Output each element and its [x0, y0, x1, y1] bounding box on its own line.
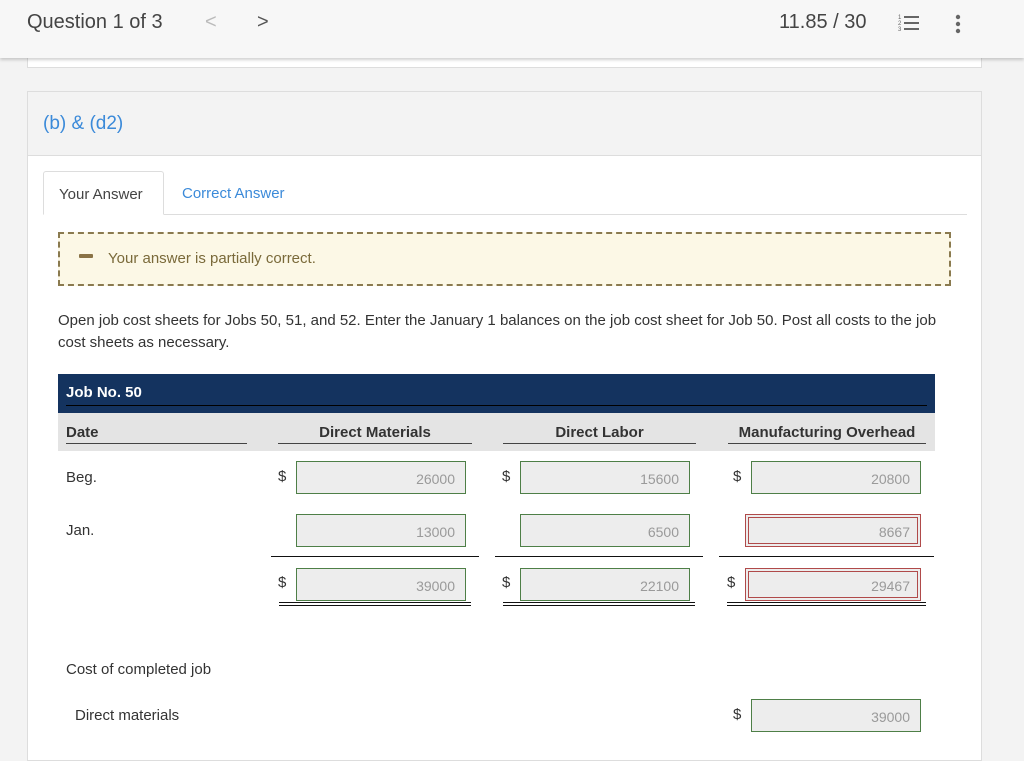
previous-question-button[interactable]: <	[205, 11, 217, 34]
col-date: Date	[66, 424, 247, 444]
currency-symbol: $	[278, 468, 287, 485]
part-header: (b) & (d2)	[28, 92, 981, 156]
numbered-list-icon[interactable]: 1 2 3	[898, 13, 922, 33]
currency-symbol: $	[502, 574, 511, 591]
tab-your-answer[interactable]: Your Answer	[43, 171, 164, 215]
job-cost-sheet: Job No. 50 Date Direct Materials Direct …	[58, 374, 935, 451]
col-direct-labor: Direct Labor	[503, 424, 696, 444]
currency-symbol: $	[727, 574, 736, 591]
instructions-text: Open job cost sheets for Jobs 50, 51, an…	[58, 312, 937, 351]
sheet-title-bar: Job No. 50	[58, 374, 935, 413]
subtotal-rule	[719, 556, 934, 557]
total-double-rule	[279, 602, 471, 606]
currency-symbol: $	[733, 706, 742, 723]
question-part-card: (b) & (d2) Your Answer Correct Answer Yo…	[27, 91, 982, 761]
completed-direct-materials-input[interactable]: 39000	[751, 699, 921, 732]
job-number: Job No. 50	[66, 384, 142, 401]
completed-job-label: Cost of completed job	[66, 661, 212, 678]
subtotal-rule	[271, 556, 479, 557]
next-question-button[interactable]: >	[257, 11, 269, 34]
partial-status-icon	[79, 254, 93, 258]
currency-symbol: $	[502, 468, 511, 485]
total-direct-labor-input[interactable]: 22100	[520, 568, 690, 601]
answer-tabs: Your Answer Correct Answer	[43, 171, 967, 215]
row-label-jan: Jan.	[66, 522, 95, 539]
total-overhead-input[interactable]: 29467	[745, 568, 921, 601]
tab-correct-answer[interactable]: Correct Answer	[167, 171, 300, 215]
completed-direct-materials-label: Direct materials	[75, 707, 180, 724]
more-vertical-icon[interactable]	[953, 13, 963, 35]
score-display: 11.85 / 30	[779, 11, 867, 33]
total-double-rule	[503, 602, 695, 606]
currency-symbol: $	[278, 574, 287, 591]
svg-text:3: 3	[898, 27, 902, 33]
col-direct-materials: Direct Materials	[278, 424, 472, 444]
subtotal-rule	[495, 556, 703, 557]
question-counter: Question 1 of 3	[27, 11, 163, 33]
notice-text: Your answer is partially correct.	[108, 250, 316, 267]
beg-direct-labor-input[interactable]: 15600	[520, 461, 690, 494]
total-double-rule	[727, 602, 926, 606]
jan-overhead-input[interactable]: 8667	[745, 514, 921, 547]
top-bar: Question 1 of 3 < > 11.85 / 30 1 2 3	[0, 0, 1024, 58]
title-underline	[66, 405, 927, 406]
part-label: (b) & (d2)	[43, 113, 124, 134]
partial-correct-notice: Your answer is partially correct.	[58, 232, 951, 286]
total-direct-materials-input[interactable]: 39000	[296, 568, 466, 601]
col-manufacturing-overhead: Manufacturing Overhead	[728, 424, 926, 444]
currency-symbol: $	[733, 468, 742, 485]
jan-direct-labor-input[interactable]: 6500	[520, 514, 690, 547]
beg-direct-materials-input[interactable]: 26000	[296, 461, 466, 494]
column-headers: Date Direct Materials Direct Labor Manuf…	[58, 413, 935, 451]
beg-overhead-input[interactable]: 20800	[751, 461, 921, 494]
row-label-beg: Beg.	[66, 469, 97, 486]
jan-direct-materials-input[interactable]: 13000	[296, 514, 466, 547]
